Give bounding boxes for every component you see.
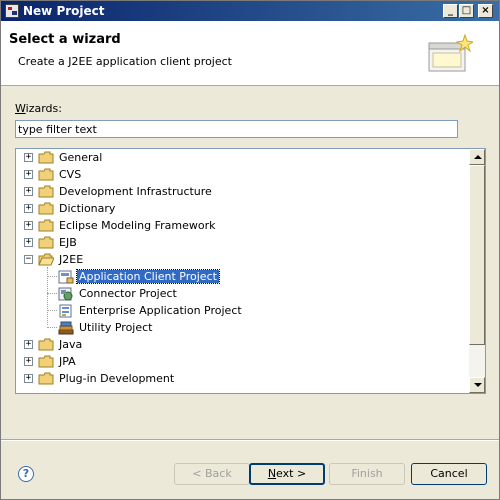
wizard-tree[interactable]: + General + CVS + Development Infrastruc… <box>15 148 486 394</box>
help-icon[interactable]: ? <box>18 466 34 482</box>
wizards-label: Wizards: <box>15 102 62 115</box>
arrow-down-icon <box>474 383 482 387</box>
tree-item-jpa[interactable]: + JPA <box>16 353 469 370</box>
tree-item-java[interactable]: + Java <box>16 336 469 353</box>
folder-icon <box>38 151 54 164</box>
wizard-filter-input[interactable] <box>15 120 458 138</box>
expand-icon[interactable]: + <box>24 204 33 213</box>
tree-item-development-infrastructure[interactable]: + Development Infrastructure <box>16 183 469 200</box>
expand-icon[interactable]: + <box>24 357 33 366</box>
arrow-up-icon <box>474 155 482 159</box>
tree-item-label: Connector Project <box>79 287 177 300</box>
title-bar[interactable]: New Project _ □ × <box>1 1 499 21</box>
expand-icon[interactable]: + <box>24 340 33 349</box>
tree-item-label: Plug-in Development <box>59 372 175 385</box>
new-project-dialog: New Project _ □ × Select a wizard Create… <box>0 0 500 500</box>
tree-item-j2ee[interactable]: − J2EE <box>16 251 469 268</box>
tree-item-connector-project[interactable]: Connector Project <box>16 285 469 302</box>
tree-item-eclipse-modeling-framework[interactable]: + Eclipse Modeling Framework <box>16 217 469 234</box>
footer-separator <box>1 439 499 441</box>
maximize-button[interactable]: □ <box>459 4 474 18</box>
tree-item-general[interactable]: + General <box>16 149 469 166</box>
folder-icon <box>38 355 54 368</box>
folder-icon <box>38 338 54 351</box>
next-button[interactable]: Next > <box>249 463 325 485</box>
window-title: New Project <box>23 4 105 18</box>
tree-item-label: Application Client Project <box>76 269 220 284</box>
application-client-project-icon <box>58 270 74 284</box>
scroll-up-button[interactable] <box>469 149 485 165</box>
folder-icon <box>38 168 54 181</box>
tree-item-label: Eclipse Modeling Framework <box>59 219 216 232</box>
tree-item-label: CVS <box>59 168 82 181</box>
expand-icon[interactable]: + <box>24 187 33 196</box>
cancel-button[interactable]: Cancel <box>411 463 487 485</box>
tree-item-label: General <box>59 151 103 164</box>
page-description: Create a J2EE application client project <box>18 55 232 68</box>
expand-icon[interactable]: + <box>24 221 33 230</box>
scroll-down-button[interactable] <box>469 377 485 393</box>
close-button[interactable]: × <box>478 4 493 18</box>
scrollbar-thumb[interactable] <box>469 165 485 345</box>
back-button[interactable]: < Back <box>174 463 250 485</box>
folder-icon <box>38 236 54 249</box>
expand-icon[interactable]: + <box>24 153 33 162</box>
tree-item-enterprise-application-project[interactable]: Enterprise Application Project <box>16 302 469 319</box>
wizard-banner-icon <box>428 33 473 72</box>
folder-icon <box>38 219 54 232</box>
tree-item-utility-project[interactable]: Utility Project <box>16 319 469 336</box>
vertical-scrollbar[interactable] <box>469 149 485 393</box>
tree-item-label: Dictionary <box>59 202 116 215</box>
tree-item-label: Java <box>59 338 83 351</box>
utility-project-icon <box>58 321 74 335</box>
tree-item-label: JPA <box>59 355 76 368</box>
tree-item-label: Enterprise Application Project <box>79 304 242 317</box>
folder-icon <box>38 202 54 215</box>
tree-item-label: Development Infrastructure <box>59 185 212 198</box>
expand-icon[interactable]: + <box>24 170 33 179</box>
expand-icon[interactable]: + <box>24 374 33 383</box>
folder-icon <box>38 372 54 385</box>
tree-item-label: Utility Project <box>79 321 153 334</box>
wizard-header: Select a wizard Create a J2EE applicatio… <box>1 21 499 86</box>
expand-icon[interactable]: + <box>24 238 33 247</box>
enterprise-application-project-icon <box>59 304 72 318</box>
tree-item-cvs[interactable]: + CVS <box>16 166 469 183</box>
tree-item-application-client-project[interactable]: Application Client Project <box>16 268 469 285</box>
minimize-button[interactable]: _ <box>443 4 458 18</box>
collapse-icon[interactable]: − <box>24 255 33 264</box>
tree-item-dictionary[interactable]: + Dictionary <box>16 200 469 217</box>
tree-item-label: EJB <box>59 236 77 249</box>
tree-item-label: J2EE <box>59 253 84 266</box>
page-title: Select a wizard <box>9 32 121 47</box>
connector-project-icon <box>58 287 73 301</box>
eclipse-app-icon <box>5 4 19 18</box>
folder-icon <box>38 185 54 198</box>
tree-item-plug-in-development[interactable]: + Plug-in Development <box>16 370 469 387</box>
finish-button[interactable]: Finish <box>329 463 405 485</box>
open-folder-icon <box>38 253 54 266</box>
tree-viewport: + General + CVS + Development Infrastruc… <box>16 149 469 393</box>
tree-item-ejb[interactable]: + EJB <box>16 234 469 251</box>
